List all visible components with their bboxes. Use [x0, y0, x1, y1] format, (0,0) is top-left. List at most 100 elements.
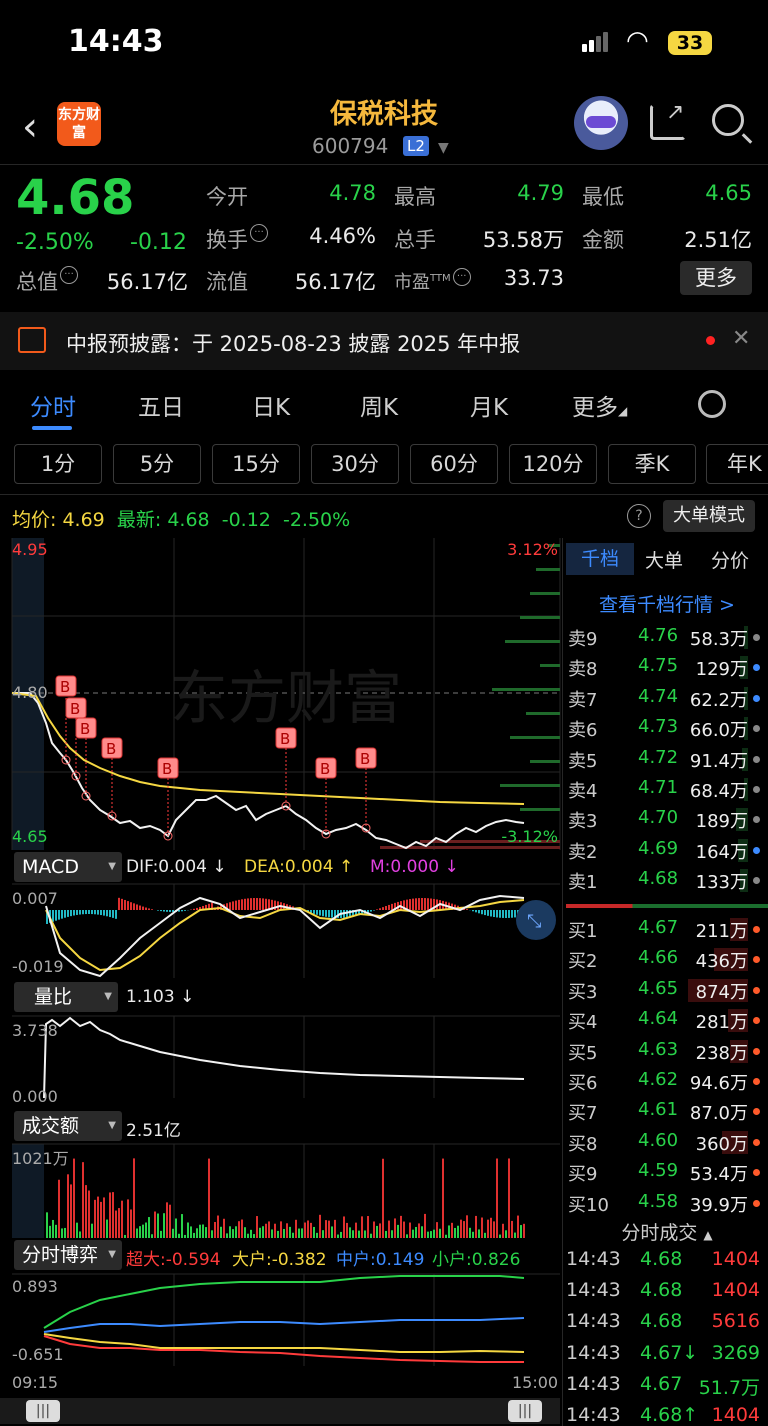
level-price: 4.59	[638, 1160, 679, 1182]
level-label: 卖1	[568, 872, 598, 894]
tab-intraday[interactable]: 分时	[30, 388, 76, 422]
search-icon[interactable]	[712, 104, 744, 136]
amount-bar	[139, 1226, 141, 1238]
macd-bar	[142, 906, 144, 910]
bid-row[interactable]: 买4 4.64 281万	[566, 1005, 768, 1035]
ask-row[interactable]: 卖2 4.69 164万	[566, 835, 768, 865]
robot-assistant-icon[interactable]	[574, 96, 628, 150]
amount-bar	[301, 1228, 303, 1238]
bid-row[interactable]: 买9 4.59 53.4万	[566, 1157, 768, 1187]
ask-row[interactable]: 卖7 4.74 62.2万	[566, 683, 768, 713]
level-price: 4.74	[638, 685, 679, 707]
share-arrow-icon: ↗	[666, 100, 685, 125]
notice-text[interactable]: 中报预披露：于 2025-08-23 披露 2025 年中报	[66, 328, 520, 358]
slider-left-handle[interactable]: |||	[26, 1400, 60, 1422]
macd-bar	[103, 910, 105, 916]
info-icon: ···	[452, 268, 471, 286]
panel-divider	[562, 538, 563, 1426]
tab-price-split[interactable]: 分价	[696, 546, 764, 573]
period-1min[interactable]: 1分	[14, 444, 102, 484]
amount-bar	[235, 1226, 237, 1238]
bid-row[interactable]: 买1 4.67 211万	[566, 914, 768, 944]
amount-bar	[220, 1226, 222, 1238]
bid-row[interactable]: 买8 4.60 360万	[566, 1127, 768, 1157]
trades-title[interactable]: 分时成交 ▲	[566, 1218, 768, 1245]
ask-row[interactable]: 卖4 4.71 68.4万	[566, 774, 768, 804]
tab-weekly-k[interactable]: 周K	[360, 388, 398, 422]
amount-bar	[190, 1226, 192, 1238]
macd-bar	[328, 910, 330, 918]
slider-right-handle[interactable]: |||	[508, 1400, 542, 1422]
macd-bar	[91, 910, 93, 915]
amount-bar	[505, 1230, 507, 1238]
level2-badge[interactable]: L2	[403, 136, 429, 156]
period-30min[interactable]: 30分	[311, 444, 399, 484]
bid-row[interactable]: 买7 4.61 87.0万	[566, 1096, 768, 1126]
svg-text:B: B	[360, 750, 370, 768]
big-investor-line	[43, 1333, 525, 1353]
period-60min[interactable]: 60分	[410, 444, 498, 484]
speaker-icon	[18, 327, 46, 353]
tab-daily-k[interactable]: 日K	[252, 388, 290, 422]
amount-value: 2.51亿	[126, 1121, 181, 1141]
macd-bar	[265, 898, 267, 910]
ask-row[interactable]: 卖6 4.73 66.0万	[566, 713, 768, 743]
ask-row[interactable]: 卖1 4.68 133万	[566, 865, 768, 895]
macd-selector[interactable]: MACD	[14, 852, 122, 882]
tab-more[interactable]: 更多◢	[572, 388, 627, 422]
amount-bar	[142, 1224, 144, 1238]
amount-bar	[358, 1230, 360, 1238]
amount-bar	[181, 1214, 183, 1238]
gear-icon[interactable]	[698, 390, 726, 418]
bid-row[interactable]: 买2 4.66 436万	[566, 944, 768, 974]
ask-row[interactable]: 卖9 4.76 58.3万	[566, 622, 768, 652]
more-quote-button[interactable]: 更多	[680, 261, 752, 295]
period-5min[interactable]: 5分	[113, 444, 201, 484]
stock-code[interactable]: 600794	[312, 134, 388, 158]
level-price: 4.76	[638, 625, 679, 646]
amount-bar	[100, 1201, 102, 1238]
bid-row[interactable]: 买6 4.62 94.6万	[566, 1066, 768, 1096]
macd-bar	[385, 906, 387, 910]
ask-row[interactable]: 卖8 4.75 129万	[566, 652, 768, 682]
ask-row[interactable]: 卖5 4.72 91.4万	[566, 744, 768, 774]
period-120min[interactable]: 120分	[509, 444, 597, 484]
level-price: 4.58	[638, 1190, 679, 1212]
chevron-down-icon[interactable]: ▼	[438, 140, 449, 156]
period-15min[interactable]: 15分	[212, 444, 300, 484]
bid-row[interactable]: 买5 4.63 238万	[566, 1036, 768, 1066]
level-volume: 189万	[695, 811, 748, 833]
volume-ratio-selector[interactable]: 量比	[14, 982, 118, 1012]
game-selector[interactable]: 分时博弈	[14, 1240, 122, 1270]
ask-row[interactable]: 卖3 4.70 189万	[566, 804, 768, 834]
tab-monthly-k[interactable]: 月K	[470, 388, 508, 422]
amount-bar	[475, 1215, 477, 1238]
time-range-slider[interactable]	[0, 1398, 560, 1424]
level-price: 4.70	[638, 807, 679, 829]
period-season-k[interactable]: 季K	[608, 444, 696, 484]
period-year-k[interactable]: 年K	[706, 444, 768, 484]
bid-row[interactable]: 买3 4.65 874万	[566, 975, 768, 1005]
bid-row[interactable]: 买10 4.58 39.9万	[566, 1188, 768, 1218]
level-dot	[753, 725, 760, 733]
view-depth-link[interactable]: 查看千档行情 >	[566, 590, 768, 617]
big-order-mode-button[interactable]: 大单模式	[663, 500, 755, 532]
macd-bar	[379, 908, 381, 910]
amount-bar	[406, 1234, 408, 1238]
price-axis-bottom: 4.65	[12, 827, 48, 846]
amount-bar	[463, 1221, 465, 1238]
level-label: 卖2	[568, 841, 598, 863]
macd-bar	[124, 899, 126, 910]
macd-bar	[139, 905, 141, 910]
help-icon[interactable]: ?	[627, 504, 651, 528]
close-icon[interactable]: ✕	[732, 326, 750, 351]
tab-five-day[interactable]: 五日	[138, 388, 184, 422]
level-dot	[753, 664, 760, 672]
amount-selector[interactable]: 成交额	[14, 1111, 122, 1141]
active-tab-indicator	[32, 426, 72, 430]
amount-bar	[400, 1215, 402, 1238]
tab-depth[interactable]: 千档	[566, 543, 634, 575]
macd-bar	[487, 910, 489, 916]
tab-big-order[interactable]: 大单	[630, 546, 698, 573]
amount-bar	[394, 1218, 396, 1238]
